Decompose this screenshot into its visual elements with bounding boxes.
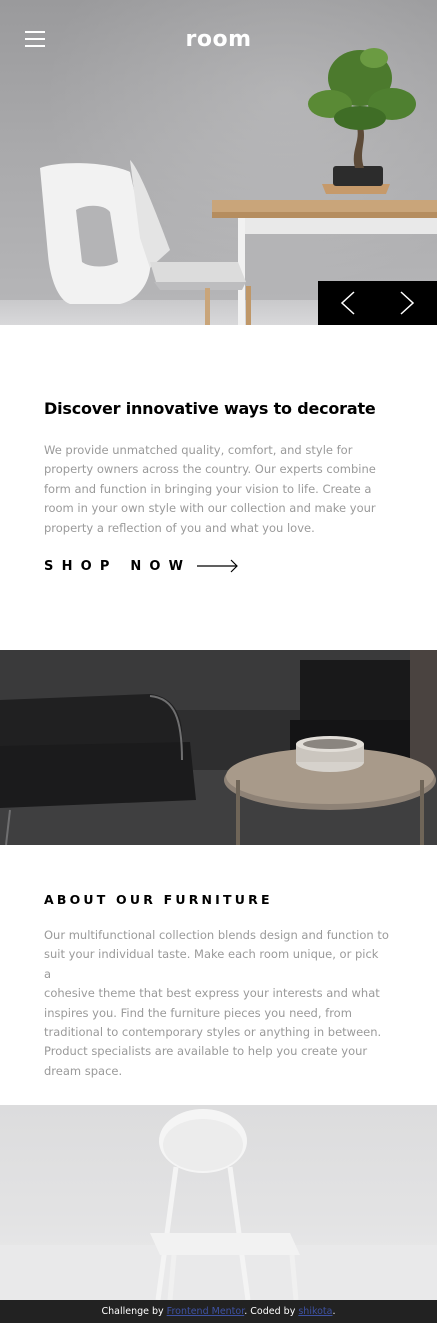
bonsai-pot (333, 166, 383, 186)
attribution-middle: . Coded by (244, 1306, 299, 1317)
coder-link[interactable]: shikota (298, 1306, 332, 1317)
chevron-right-icon (400, 291, 415, 315)
arrow-right-icon (197, 559, 239, 573)
discover-description: We provide unmatched quality, comfort, a… (44, 443, 376, 535)
frontend-mentor-link[interactable]: Frontend Mentor (167, 1306, 245, 1317)
dark-image-scene (0, 650, 437, 845)
shop-now-label: SHOP NOW (44, 558, 192, 574)
chair-seat (150, 262, 246, 282)
slider-navigation (318, 281, 437, 325)
chevron-left-icon (340, 291, 355, 315)
light-image-scene (0, 1109, 437, 1300)
slider-next-button[interactable] (378, 281, 437, 325)
discover-title: Discover innovative ways to decorate (44, 399, 376, 418)
light-chair-image (0, 1105, 437, 1300)
hero-section: room (0, 0, 437, 325)
shop-now-link[interactable]: SHOP NOW (44, 556, 239, 576)
attribution-bar: Challenge by Frontend Mentor. Coded by s… (0, 1300, 437, 1323)
about-title: ABOUT OUR FURNITURE (44, 892, 273, 907)
slider-prev-button[interactable] (318, 281, 378, 325)
discover-section: Discover innovative ways to decorate We … (44, 398, 389, 538)
about-description: Our multifunctional collection blends de… (44, 928, 389, 1078)
attribution-prefix: Challenge by (101, 1306, 167, 1317)
dark-furniture-image (0, 650, 437, 845)
attribution-suffix: . (332, 1306, 336, 1317)
site-logo[interactable]: room (0, 27, 437, 52)
about-section: ABOUT OUR FURNITURE Our multifunctional … (44, 892, 389, 1081)
